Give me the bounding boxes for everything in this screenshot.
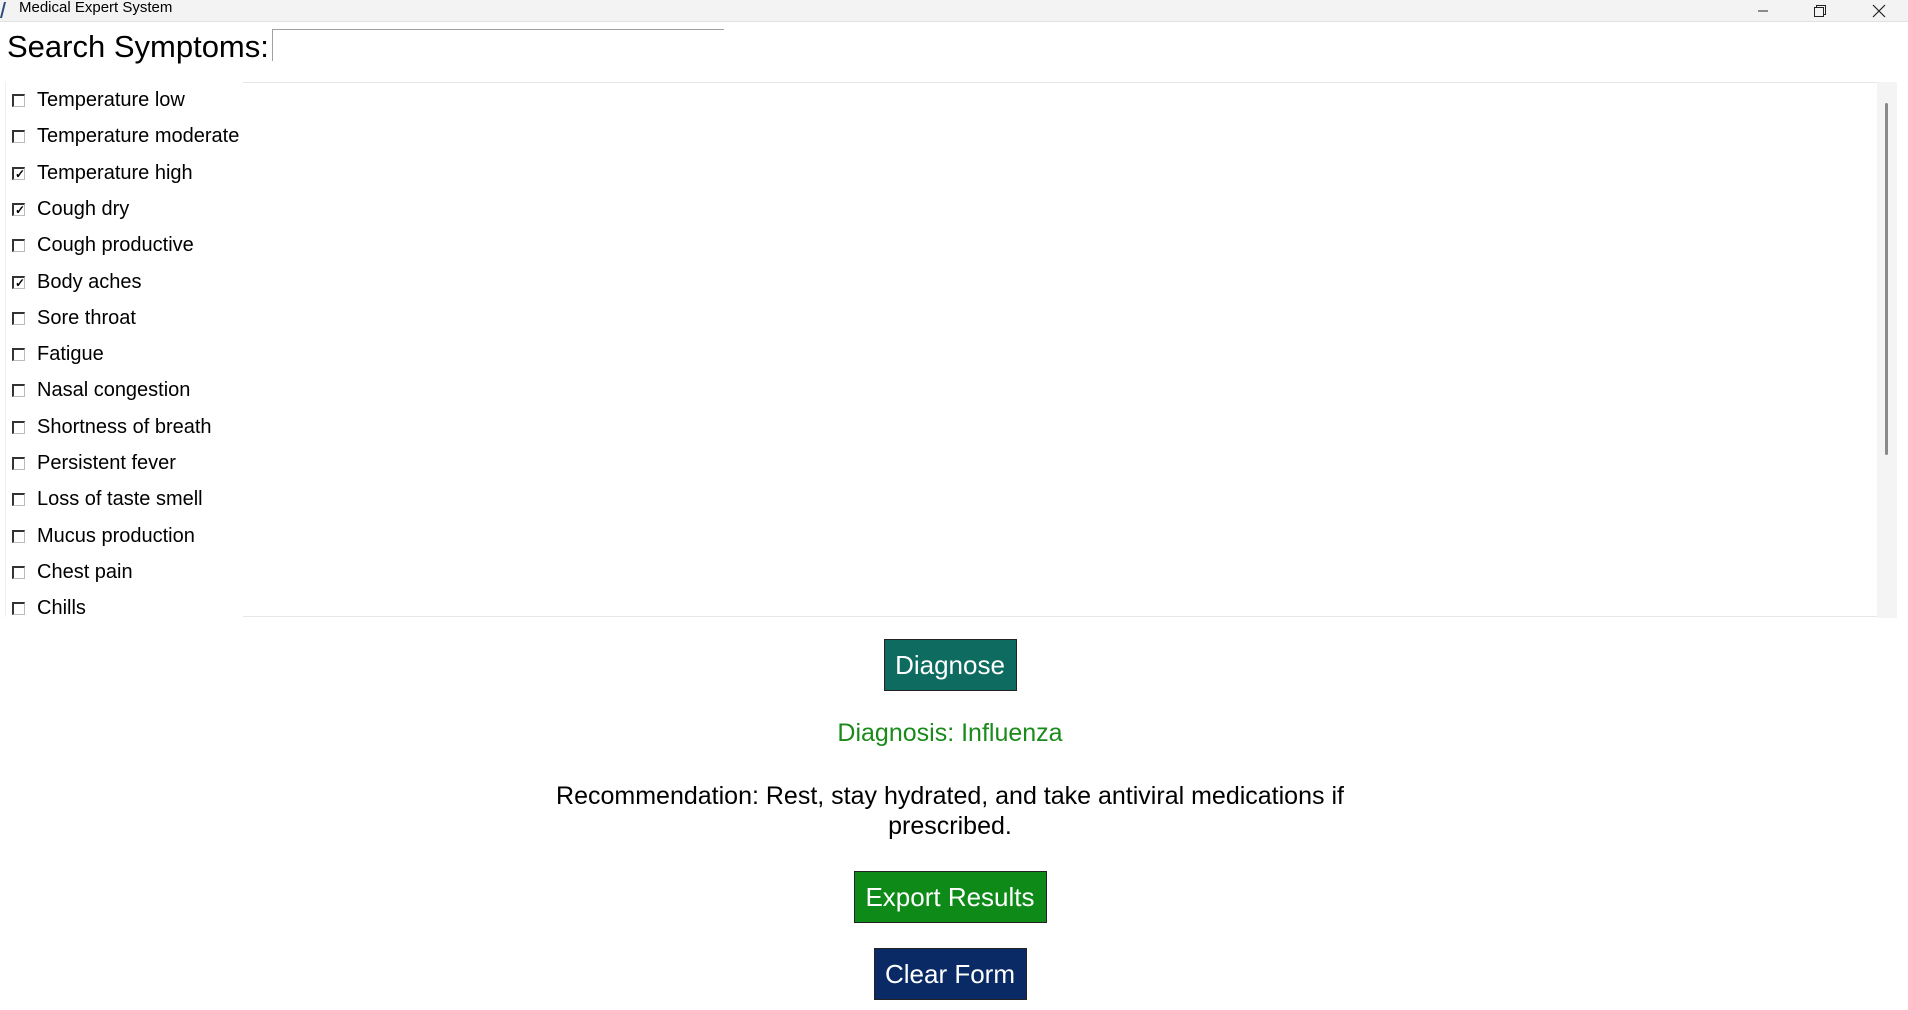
checkbox-unchecked[interactable] xyxy=(12,238,25,252)
checkbox-checked[interactable]: ✓ xyxy=(12,202,26,217)
diagnose-row: Diagnose xyxy=(0,639,1900,691)
symptom-checkbox-item[interactable]: ✓ Cough dry xyxy=(12,191,129,227)
symptom-label: Loss of taste smell xyxy=(37,487,203,510)
checkbox-unchecked[interactable] xyxy=(12,129,25,143)
checkbox-unchecked[interactable] xyxy=(12,93,25,107)
symptom-checkbox-item[interactable]: Mucus production xyxy=(12,518,195,554)
checkmark-icon: ✓ xyxy=(15,166,26,181)
symptom-label: Chest pain xyxy=(37,560,133,583)
symptom-checkbox-item[interactable]: Temperature moderate xyxy=(12,118,239,154)
symptom-checkbox-item[interactable]: Fatigue xyxy=(12,336,104,372)
symptom-checkbox-item[interactable]: Loss of taste smell xyxy=(12,481,203,517)
clear-row: Clear Form xyxy=(0,948,1900,1000)
symptom-checkbox-item[interactable]: Temperature low xyxy=(12,82,185,118)
symptom-checkbox-item[interactable]: Cough productive xyxy=(12,227,194,263)
symptom-checkbox-item[interactable]: Chills xyxy=(12,590,86,626)
symptom-checkbox-item[interactable]: ✓ Body aches xyxy=(12,264,142,300)
checkbox-checked[interactable]: ✓ xyxy=(12,275,26,290)
symptom-checkbox-item[interactable]: Persistent fever xyxy=(12,445,176,481)
minimize-button[interactable] xyxy=(1734,0,1792,21)
title-bar: Medical Expert System xyxy=(0,0,1908,22)
checkbox-unchecked[interactable] xyxy=(12,529,25,543)
checkbox-unchecked[interactable] xyxy=(12,420,25,434)
restore-button[interactable] xyxy=(1791,0,1849,21)
list-left-edge xyxy=(5,82,6,617)
export-row: Export Results xyxy=(0,871,1900,923)
clear-form-button[interactable]: Clear Form xyxy=(873,948,1027,1000)
export-results-button[interactable]: Export Results xyxy=(853,871,1047,923)
symptom-label: Persistent fever xyxy=(37,451,176,474)
symptom-checkbox-item[interactable]: Nasal congestion xyxy=(12,372,190,408)
symptom-label: Body aches xyxy=(37,270,142,293)
list-scrollbar[interactable] xyxy=(1877,82,1897,618)
checkbox-unchecked[interactable] xyxy=(12,347,25,361)
symptom-checkbox-item[interactable]: ✓ Temperature high xyxy=(12,155,193,191)
symptom-label: Temperature high xyxy=(37,161,193,184)
close-button[interactable] xyxy=(1850,0,1908,21)
window-title: Medical Expert System xyxy=(19,0,173,16)
recommendation-line-1: Recommendation: Rest, stay hydrated, and… xyxy=(556,782,1344,810)
diagnosis-row: Diagnosis: Influenza xyxy=(0,719,1900,748)
checkbox-unchecked[interactable] xyxy=(12,456,25,470)
close-icon xyxy=(1872,4,1886,17)
scrollbar-thumb[interactable] xyxy=(1885,103,1888,455)
symptom-label: Mucus production xyxy=(37,524,195,547)
symptom-checkbox-item[interactable]: Shortness of breath xyxy=(12,409,212,445)
app-icon xyxy=(0,2,6,18)
checkbox-unchecked[interactable] xyxy=(12,492,25,506)
checkmark-icon: ✓ xyxy=(15,275,26,290)
symptom-checkbox-item[interactable]: Sore throat xyxy=(12,300,136,336)
symptom-list-panel: Temperature low Temperature moderate ✓ Temp… xyxy=(0,82,1878,619)
symptom-label: Sore throat xyxy=(37,306,136,329)
symptom-label: Nasal congestion xyxy=(37,378,191,401)
search-input[interactable] xyxy=(272,29,724,61)
symptom-checkbox-item[interactable]: Chest pain xyxy=(12,554,133,590)
symptom-label: Fatigue xyxy=(37,342,104,365)
recommendation-line-2: prescribed. xyxy=(888,812,1012,840)
diagnose-button[interactable]: Diagnose xyxy=(883,639,1017,691)
symptom-label: Cough productive xyxy=(37,233,194,256)
symptom-label: Temperature low xyxy=(37,88,185,111)
diagnosis-result: Diagnosis: Influenza xyxy=(837,719,1063,747)
symptom-label: Cough dry xyxy=(37,197,130,220)
checkbox-unchecked[interactable] xyxy=(12,383,25,397)
symptom-label: Shortness of breath xyxy=(37,415,212,438)
checkbox-unchecked[interactable] xyxy=(12,601,25,615)
checkbox-unchecked[interactable] xyxy=(12,311,25,325)
restore-icon xyxy=(1814,4,1826,17)
search-label: Search Symptoms: xyxy=(7,29,269,64)
minimize-icon xyxy=(1758,10,1768,11)
symptom-label: Chills xyxy=(37,596,86,619)
list-canvas-area xyxy=(243,82,1878,617)
checkbox-checked[interactable]: ✓ xyxy=(12,166,26,181)
symptom-label: Temperature moderate xyxy=(37,124,240,147)
checkbox-unchecked[interactable] xyxy=(12,565,25,579)
checkmark-icon: ✓ xyxy=(15,202,26,217)
recommendation-block: Recommendation: Rest, stay hydrated, and… xyxy=(0,781,1900,841)
